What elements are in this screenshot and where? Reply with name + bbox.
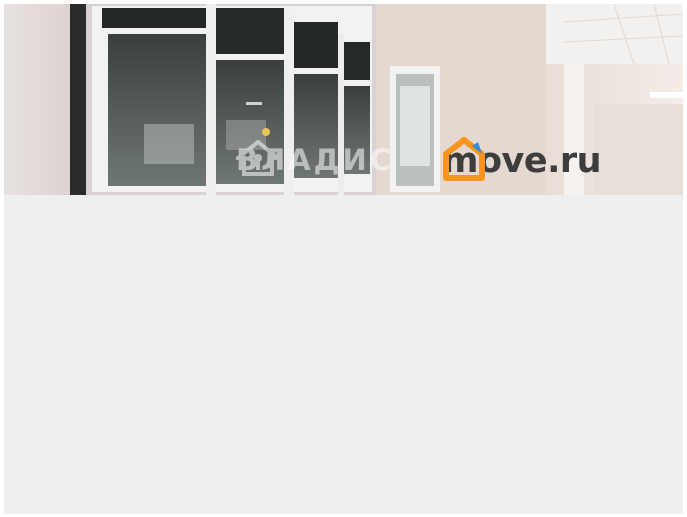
image-loading-placeholder [4, 195, 683, 514]
vladis-watermark: ВЛАДИС [236, 140, 394, 180]
left-wall [4, 4, 74, 195]
move-watermark: move.ru [442, 136, 602, 186]
listing-photo[interactable]: ВЛАДИС move.ru [4, 4, 683, 195]
house-key-icon [236, 140, 280, 176]
house-outline-icon [443, 137, 485, 181]
dark-column [70, 4, 86, 195]
listing-photo-frame: ВЛАДИС move.ru [4, 4, 683, 514]
